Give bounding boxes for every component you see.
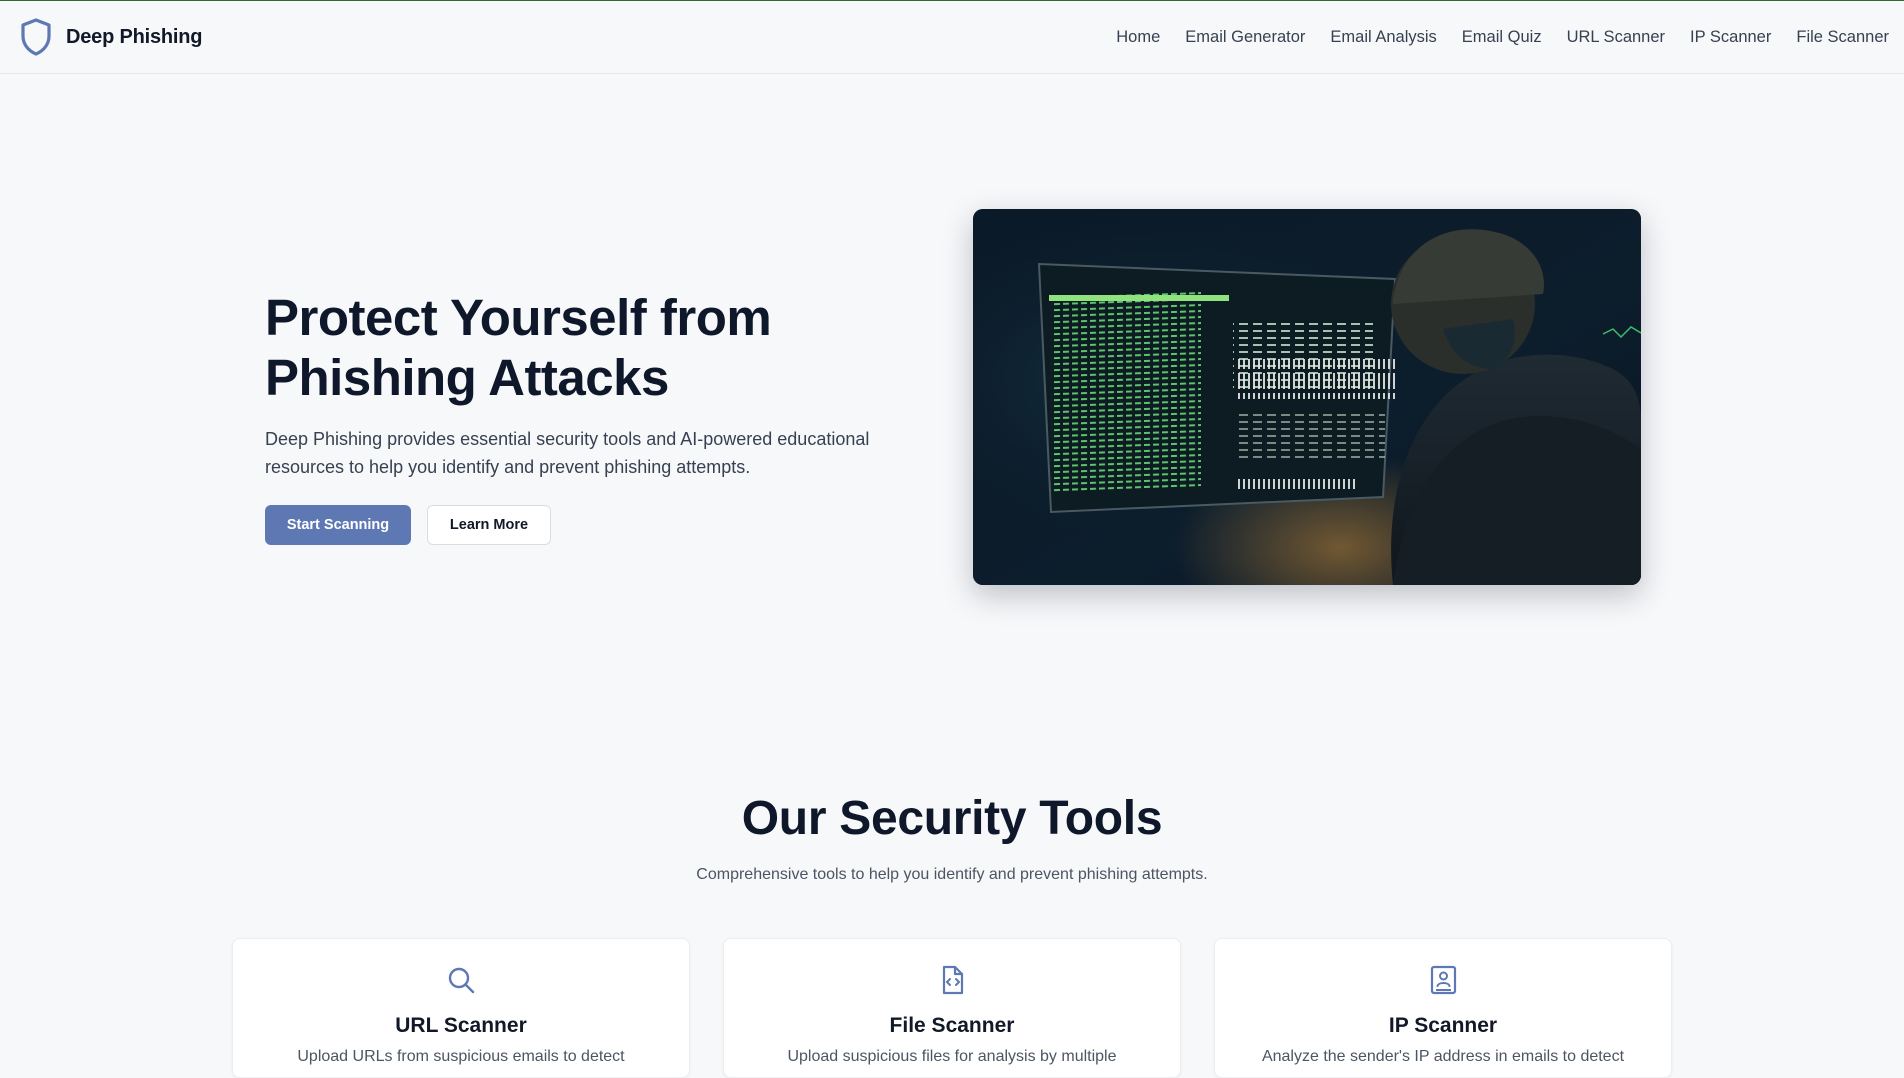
card-title: IP Scanner [1388, 1014, 1498, 1037]
hacker-at-monitor-illustration [973, 209, 1641, 585]
nav-url-scanner[interactable]: URL Scanner [1567, 28, 1665, 47]
hero-image [973, 209, 1641, 585]
brand-name: Deep Phishing [66, 25, 203, 48]
card-title: URL Scanner [395, 1014, 527, 1037]
card-description: Upload URLs from suspicious emails to de… [297, 1048, 625, 1065]
nav-email-analysis[interactable]: Email Analysis [1330, 28, 1436, 47]
card-description: Analyze the sender's IP address in email… [1261, 1048, 1625, 1065]
file-scanner-card[interactable]: File Scanner Upload suspicious files for… [723, 938, 1181, 1078]
tools-subtitle: Comprehensive tools to help you identify… [696, 866, 1208, 883]
hero-title-line1: Protect Yourself from [265, 289, 772, 346]
url-scanner-card[interactable]: URL Scanner Upload URLs from suspicious … [232, 938, 690, 1078]
hero-title-line2: Phishing Attacks [265, 349, 669, 406]
nav-email-generator[interactable]: Email Generator [1185, 28, 1305, 47]
contact-book-icon [1427, 964, 1459, 996]
card-title: File Scanner [889, 1014, 1015, 1037]
nav-email-quiz[interactable]: Email Quiz [1462, 28, 1542, 47]
ip-scanner-card[interactable]: IP Scanner Analyze the sender's IP addre… [1214, 938, 1672, 1078]
learn-more-button[interactable]: Learn More [427, 505, 551, 545]
site-header: Deep Phishing Home Email Generator Email… [0, 1, 1904, 74]
brand[interactable]: Deep Phishing [19, 17, 203, 57]
nav-file-scanner[interactable]: File Scanner [1796, 28, 1889, 47]
hero-description: Deep Phishing provides essential securit… [265, 429, 870, 477]
hero-title: Protect Yourself from Phishing Attacks [265, 288, 925, 408]
shield-icon [19, 17, 53, 57]
start-scanning-button[interactable]: Start Scanning [265, 505, 411, 545]
file-code-icon [936, 964, 968, 996]
nav-home[interactable]: Home [1116, 28, 1160, 47]
tools-title: Our Security Tools [741, 792, 1163, 845]
card-description: Upload suspicious files for analysis by … [787, 1048, 1117, 1065]
main-nav: Home Email Generator Email Analysis Emai… [1116, 28, 1889, 47]
search-icon [445, 964, 477, 996]
nav-ip-scanner[interactable]: IP Scanner [1690, 28, 1771, 47]
